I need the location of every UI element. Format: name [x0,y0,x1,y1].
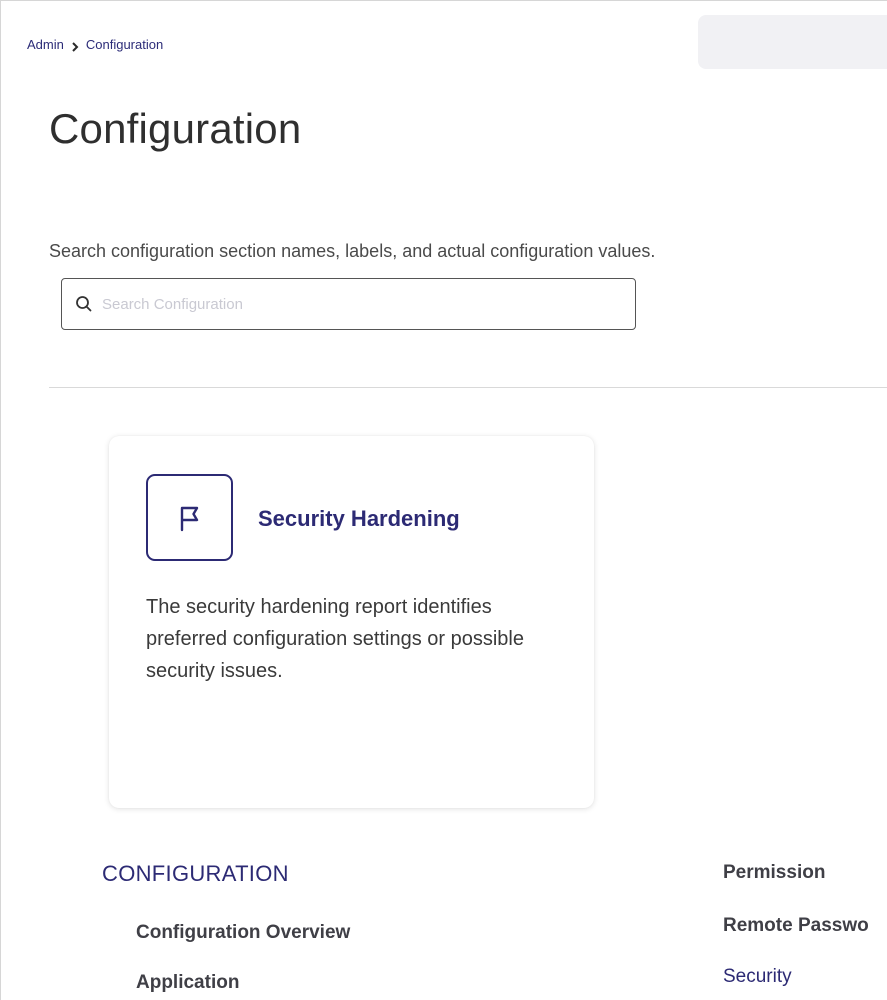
card-description: The security hardening report identifies… [146,596,524,682]
card-title[interactable]: Security Hardening [258,506,460,532]
global-search-field[interactable] [698,15,887,69]
section-divider [49,387,887,388]
page: Admin Configuration Configuration Search… [0,0,887,1000]
breadcrumb-configuration-link[interactable]: Configuration [86,37,163,52]
page-title: Configuration [49,105,302,152]
nav-item-application[interactable]: Application [136,972,239,994]
search-configuration-box[interactable] [61,278,636,330]
security-hardening-card[interactable]: Security Hardening The security hardenin… [109,436,594,808]
search-icon [74,294,94,314]
nav-item-remote-password[interactable]: Remote Passwo [723,915,869,937]
breadcrumb-admin-link[interactable]: Admin [27,37,64,52]
flag-icon [146,474,233,561]
search-description: Search configuration section names, labe… [49,241,656,261]
search-configuration-input[interactable] [102,295,622,313]
nav-item-configuration-overview[interactable]: Configuration Overview [136,922,350,944]
nav-item-permission[interactable]: Permission [723,862,825,884]
breadcrumb: Admin Configuration [27,37,163,52]
nav-item-security[interactable]: Security [723,966,792,988]
configuration-section-heading: CONFIGURATION [102,861,289,886]
chevron-right-icon [71,40,79,52]
